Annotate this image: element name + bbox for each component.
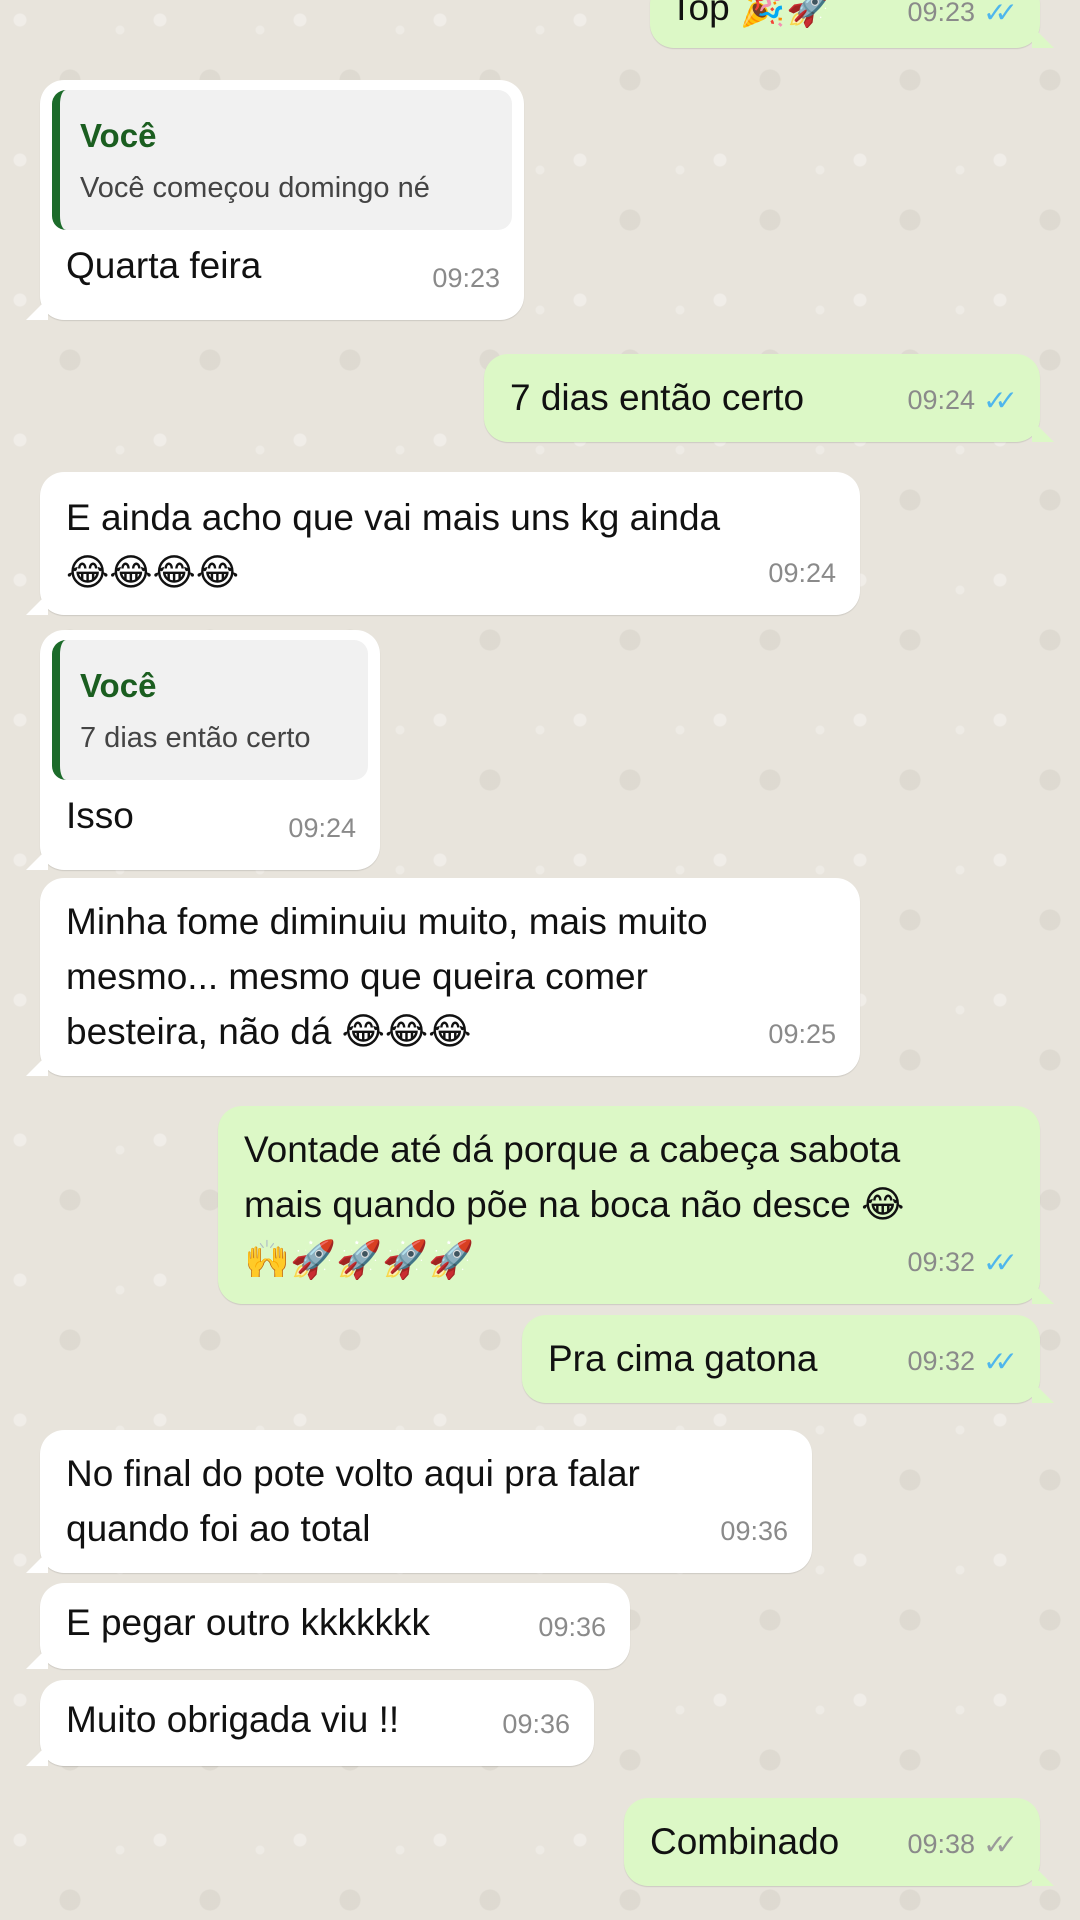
message-bubble-incoming[interactable]: Muito obrigada viu !! 09:36 [26,1680,594,1766]
quote-author: Você [80,667,157,704]
message-bubble-outgoing[interactable]: Combinado 09:38 ✓✓ [624,1798,1054,1886]
message-bubble-incoming[interactable]: Minha fome diminuiu muito, mais muito me… [26,878,860,1076]
message-bubble-incoming[interactable]: E pegar outro kkkkkkk 09:36 [26,1583,630,1669]
double-check-blue-icon: ✓✓ [983,385,1018,416]
message-bubble-outgoing[interactable]: Vontade até dá porque a cabeça sabota ma… [218,1106,1054,1304]
message-bubble-incoming[interactable]: E ainda acho que vai mais uns kg ainda 😂… [26,472,860,615]
message-bubble-outgoing[interactable]: Top 🎉🚀 09:23 ✓✓ [650,0,1054,48]
message-time: 09:36 [720,1516,788,1546]
message-time: 09:25 [768,1019,836,1049]
message-time: 09:24 [768,558,836,588]
message-text: Minha fome diminuiu muito, mais muito me… [66,901,708,1052]
message-bubble-incoming[interactable]: No final do pote volto aqui pra falar qu… [26,1430,812,1573]
message-bubble-outgoing[interactable]: 7 dias então certo 09:24 ✓✓ [484,354,1054,442]
message-time: 09:23 [907,0,976,27]
message-bubble-incoming[interactable]: Você Você começou domingo né Quarta feir… [26,80,524,320]
double-check-blue-icon: ✓✓ [983,0,1018,28]
quote-author: Você [80,117,157,154]
message-time: 09:38 [907,1829,976,1859]
chat-thread[interactable]: Top 🎉🚀 09:23 ✓✓ Você Você começou doming… [0,0,1080,1920]
message-time: 09:36 [538,1612,606,1642]
double-check-blue-icon: ✓✓ [983,1247,1018,1278]
message-bubble-outgoing[interactable]: Pra cima gatona 09:32 ✓✓ [522,1315,1054,1403]
message-time: 09:24 [907,385,976,415]
quote-text: 7 dias então certo [80,722,311,754]
message-time: 09:36 [502,1709,570,1739]
message-time: 09:23 [432,263,500,293]
double-check-blue-icon: ✓✓ [983,1346,1018,1377]
message-time: 09:24 [288,813,356,843]
message-time: 09:32 [907,1346,976,1376]
message-text: E ainda acho que vai mais uns kg ainda 😂… [66,497,721,593]
message-text: No final do pote volto aqui pra falar qu… [66,1453,640,1549]
message-bubble-incoming[interactable]: Você 7 dias então certo Isso 09:24 [26,630,380,870]
quote-text: Você começou domingo né [80,172,430,204]
quoted-message[interactable]: Você 7 dias então certo [52,640,368,780]
quoted-message[interactable]: Você Você começou domingo né [52,90,512,230]
message-time: 09:32 [907,1247,976,1277]
double-check-gray-icon: ✓✓ [983,1829,1018,1860]
